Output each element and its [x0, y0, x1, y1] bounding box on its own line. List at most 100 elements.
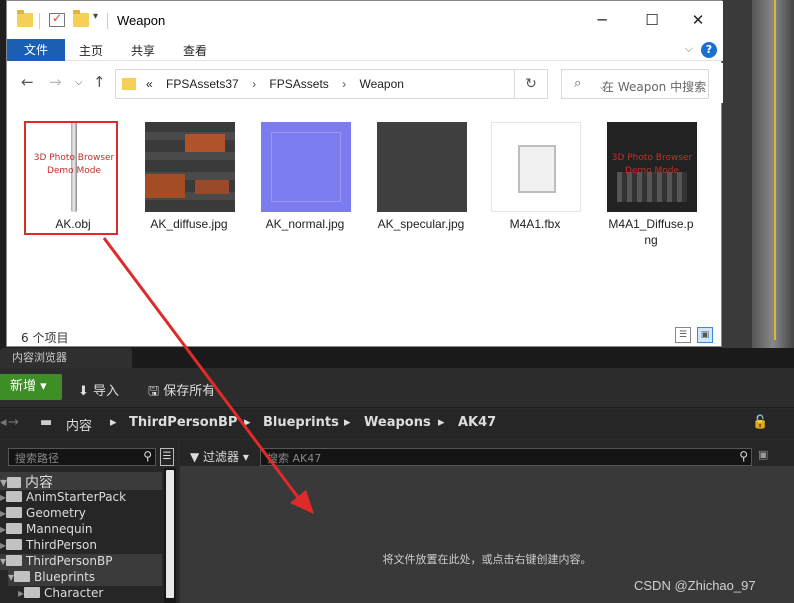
save-all-button[interactable]: 🖫 保存所有: [148, 380, 215, 404]
tree-item-label: Blueprints: [34, 570, 96, 584]
tree-item-label: AnimStarterPack: [26, 490, 127, 504]
maximize-button[interactable]: ☐: [629, 7, 675, 33]
breadcrumb: « FPSAssets37 › FPSAssets › Weapon: [146, 77, 414, 91]
tree-item-animstarterpack[interactable]: ▸ AnimStarterPack: [0, 490, 126, 506]
background-viewport: [722, 0, 794, 348]
scrollbar-thumb[interactable]: [166, 470, 174, 598]
forward-icon[interactable]: →: [8, 415, 19, 430]
item-count: 6 个项目: [21, 331, 69, 345]
file-name-line1: M4A1_Diffuse.p: [608, 217, 694, 231]
tree-item-geometry[interactable]: ▸ Geometry: [0, 506, 86, 522]
forward-button[interactable]: →: [49, 73, 62, 91]
file-thumbnail: [261, 122, 351, 212]
path-item-content[interactable]: 内容: [66, 415, 92, 434]
new-folder-icon[interactable]: [73, 10, 89, 27]
window-title: Weapon: [117, 13, 166, 28]
file-name: AK_normal.jpg: [265, 217, 345, 231]
search-icon: ⚲: [739, 449, 748, 463]
breadcrumb-item[interactable]: FPSAssets37: [166, 77, 239, 91]
tree-item-label: ThirdPerson: [26, 538, 97, 552]
file-thumbnail: 3D Photo Browser Demo Mode: [607, 122, 697, 212]
refresh-button[interactable]: ↻: [514, 69, 548, 99]
folder-icon: [14, 571, 31, 582]
tree-scrollbar[interactable]: [164, 468, 176, 603]
recent-locations-icon[interactable]: ⌵: [75, 77, 83, 88]
save-search-icon[interactable]: ▣: [758, 448, 768, 461]
tree-item-label: Mannequin: [26, 522, 93, 536]
add-new-label: 新增: [10, 379, 37, 394]
lock-icon[interactable]: 🔓: [752, 415, 768, 430]
divider: [39, 13, 40, 29]
tab-file[interactable]: 文件: [7, 39, 65, 61]
tab-share[interactable]: 共享: [131, 42, 155, 59]
minimize-button[interactable]: ─: [579, 7, 625, 33]
search-input[interactable]: ⌕ 在 Weapon 中搜索: [561, 69, 709, 99]
ue-toolbar: 新增 ▾ ⬇ 导入 🖫 保存所有: [0, 368, 794, 408]
expand-ribbon-icon[interactable]: ⌵: [685, 42, 693, 56]
tree-item-thirdperson[interactable]: ▸ ThirdPerson: [0, 538, 97, 554]
chevron-right-icon[interactable]: ▸: [110, 415, 117, 430]
tab-content-browser[interactable]: 内容浏览器: [0, 348, 132, 368]
import-button[interactable]: ⬇ 导入: [78, 380, 119, 399]
close-button[interactable]: ✕: [675, 7, 721, 33]
tree-item-label: ThirdPersonBP: [26, 554, 113, 568]
file-name: M4A1.fbx: [509, 217, 561, 231]
up-button[interactable]: ↑: [93, 73, 106, 91]
properties-icon[interactable]: [49, 11, 65, 27]
tree-item-content[interactable]: ▾ 内容: [0, 472, 162, 491]
search-paths-placeholder: 搜索路径: [15, 452, 59, 465]
path-item-blueprints[interactable]: Blueprints: [263, 415, 339, 430]
chevron-right-icon[interactable]: ▸: [438, 415, 445, 430]
file-thumbnail: [491, 122, 581, 212]
tree-item-mannequin[interactable]: ▸ Mannequin: [0, 522, 93, 538]
filter-icon: ▼: [190, 450, 204, 464]
chevron-right-icon[interactable]: ▸: [244, 415, 251, 430]
back-button[interactable]: ←: [21, 73, 34, 91]
texture-patch: [271, 132, 341, 202]
annotation-highlight-box: [24, 121, 118, 235]
tab-home[interactable]: 主页: [79, 42, 103, 59]
add-new-button[interactable]: 新增 ▾: [0, 374, 62, 400]
ue-folder-tree-panel: 搜索路径 ⚲ ☰ ▾ 内容 ▸ AnimStarterPack ▸ Geometry …: [0, 440, 178, 603]
path-item-weapons[interactable]: Weapons: [364, 415, 431, 430]
help-icon[interactable]: ?: [701, 42, 717, 58]
file-thumbnail: [145, 122, 235, 212]
folder-icon: [6, 523, 23, 534]
viewport-selection-border: [770, 0, 776, 340]
large-icons-view-icon[interactable]: ▣: [697, 327, 713, 343]
search-icon: ⌕: [574, 76, 582, 91]
tree-item-thirdpersonbp[interactable]: ▾ ThirdPersonBP: [0, 554, 162, 570]
breadcrumb-overflow[interactable]: «: [146, 77, 153, 91]
file-name: AK_specular.jpg: [377, 217, 465, 231]
folder-icon: ▬: [40, 415, 53, 430]
title-bar: ▾ Weapon ─ ☐ ✕: [7, 1, 723, 39]
back-icon[interactable]: ◂: [0, 415, 7, 430]
view-options-icon[interactable]: ☰: [160, 448, 174, 466]
folder-icon: [6, 491, 23, 502]
chevron-right-icon[interactable]: ›: [342, 77, 346, 91]
filters-button[interactable]: ▼ 过滤器 ▾: [190, 448, 249, 465]
ribbon-tabs: 文件 主页 共享 查看 ⌵ ?: [7, 39, 723, 61]
chevron-right-icon[interactable]: ›: [252, 77, 256, 91]
tree-item-character[interactable]: ▸ Character: [18, 586, 103, 602]
divider: [107, 13, 108, 29]
tree-item-blueprints[interactable]: ▾ Blueprints: [8, 570, 162, 586]
breadcrumb-item[interactable]: Weapon: [359, 77, 403, 91]
generic-file-icon: [518, 145, 556, 193]
address-bar[interactable]: « FPSAssets37 › FPSAssets › Weapon ⌵: [115, 69, 608, 99]
path-item-thirdpersonbp[interactable]: ThirdPersonBP: [129, 415, 237, 430]
file-name: M4A1_Diffuse.p ng: [599, 216, 703, 248]
tab-view[interactable]: 查看: [183, 42, 207, 59]
tree-item-label: 内容: [25, 475, 54, 491]
breadcrumb-item[interactable]: FPSAssets: [269, 77, 328, 91]
path-item-ak47[interactable]: AK47: [458, 415, 496, 430]
folder-icon: [6, 507, 23, 518]
folder-icon: [7, 477, 22, 488]
folder-icon: [6, 555, 23, 566]
chevron-right-icon[interactable]: ▸: [344, 415, 351, 430]
asset-search-input[interactable]: 搜索 AK47 ⚲: [260, 448, 752, 466]
file-name: AK_diffuse.jpg: [150, 217, 228, 231]
search-paths-input[interactable]: 搜索路径 ⚲: [8, 448, 156, 466]
details-view-icon[interactable]: ☰: [675, 327, 691, 343]
navigation-bar: ← → ⌵ ↑ « FPSAssets37 › FPSAssets › Weap…: [7, 63, 723, 103]
